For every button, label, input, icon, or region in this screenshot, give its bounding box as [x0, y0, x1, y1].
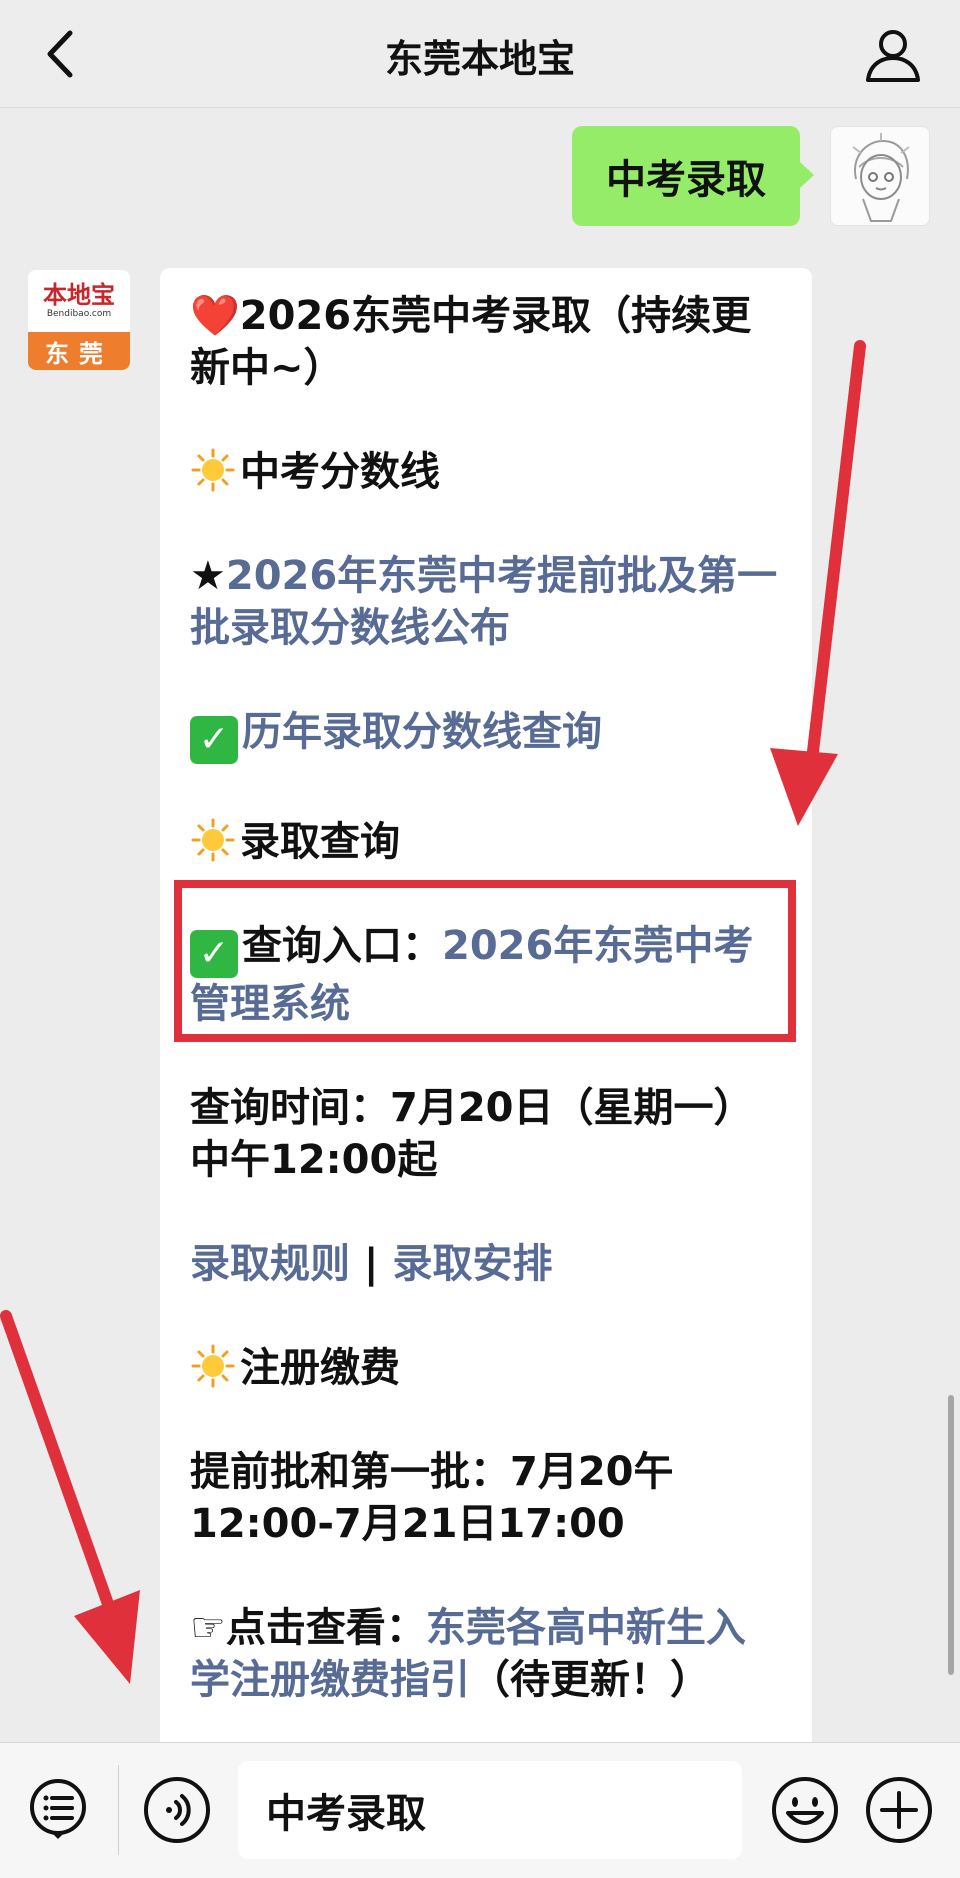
query-label: 查询入口： [242, 923, 442, 969]
sun-icon [191, 448, 235, 492]
logo-main-text: 本地宝 [43, 281, 115, 309]
section-heading-register: 注册缴费 [190, 1342, 782, 1394]
chat-header: 东莞本地宝 [0, 0, 960, 108]
scores-link-row: ★2026年东莞中考提前批及第一批录取分数线公布 [190, 550, 782, 654]
logo-sub-text: Bendibao.com [46, 309, 112, 319]
star-icon: ★ [190, 553, 226, 599]
logo-city-text: 东莞 [28, 332, 130, 370]
scrollbar[interactable] [948, 1395, 954, 1675]
link-rules[interactable]: 录取规则 [190, 1241, 350, 1287]
register-time: 提前批和第一批：7月20午12:00-7月21日17:00 [190, 1449, 674, 1547]
message-input-value: 中考录取 [266, 1791, 426, 1837]
chat-title: 东莞本地宝 [384, 37, 575, 81]
check-icon: ✓ [190, 930, 238, 978]
user-message-text: 中考录取 [606, 157, 766, 203]
section-scores-text: 中考分数线 [240, 449, 440, 495]
history-link-row: ✓ 历年录取分数线查询 [190, 706, 782, 764]
rules-links-row: 录取规则 | 录取安排 [190, 1238, 782, 1290]
section-heading-scores: 中考分数线 [190, 446, 782, 498]
pointing-hand-icon: ☞ [190, 1605, 226, 1651]
section-register-text: 注册缴费 [240, 1345, 400, 1391]
pending-note: （待更新！） [470, 1657, 710, 1703]
link-history[interactable]: 历年录取分数线查询 [242, 709, 602, 755]
menu-list-icon [30, 1779, 86, 1839]
section-query-text: 录取查询 [240, 819, 400, 865]
message-input[interactable]: 中考录取 [238, 1761, 742, 1859]
user-message-bubble[interactable]: 中考录取 [572, 126, 814, 226]
link-scores[interactable]: 2026年东莞中考提前批及第一批录取分数线公布 [190, 553, 777, 651]
link-separator: | [350, 1241, 393, 1287]
check-icon: ✓ [190, 716, 238, 764]
bot-avatar[interactable]: 本地宝 Bendibao.com 东莞 [28, 270, 130, 370]
query-time: 查询时间：7月20日（星期一）中午12:00起 [190, 1085, 754, 1183]
emoji-icon [772, 1777, 838, 1843]
sun-icon [191, 1344, 235, 1388]
anime-avatar-image [831, 127, 929, 225]
bot-message-bubble: ❤️2026东莞中考录取（持续更新中~） 中考分数线 ★2026年东莞中考提前批… [160, 268, 812, 1848]
emoji-button[interactable] [770, 1775, 840, 1845]
bendibao-logo: 本地宝 Bendibao.com [28, 270, 130, 332]
user-avatar[interactable] [830, 126, 930, 226]
section-heading-query: 录取查询 [190, 816, 782, 868]
profile-button[interactable] [862, 24, 924, 86]
query-entry-row: ✓ 查询入口：2026年东莞中考管理系统 [190, 920, 782, 1030]
input-divider [118, 1765, 119, 1855]
input-bar: 中考录取 [0, 1742, 960, 1878]
plus-button[interactable] [864, 1775, 934, 1845]
click-label: 点击查看： [225, 1605, 426, 1651]
register-guide-row: ☞点击查看：东莞各高中新生入学注册缴费指引（待更新！） [190, 1602, 782, 1706]
person-icon [866, 30, 920, 82]
sun-icon [191, 818, 235, 862]
menu-button[interactable] [26, 1777, 90, 1841]
plus-icon [866, 1777, 932, 1843]
voice-icon [144, 1777, 210, 1843]
red-arrow-bottom-left [0, 1310, 140, 1684]
link-arrange[interactable]: 录取安排 [392, 1241, 552, 1287]
message-title: ❤️2026东莞中考录取（持续更新中~） [190, 293, 752, 391]
voice-button[interactable] [142, 1775, 212, 1845]
